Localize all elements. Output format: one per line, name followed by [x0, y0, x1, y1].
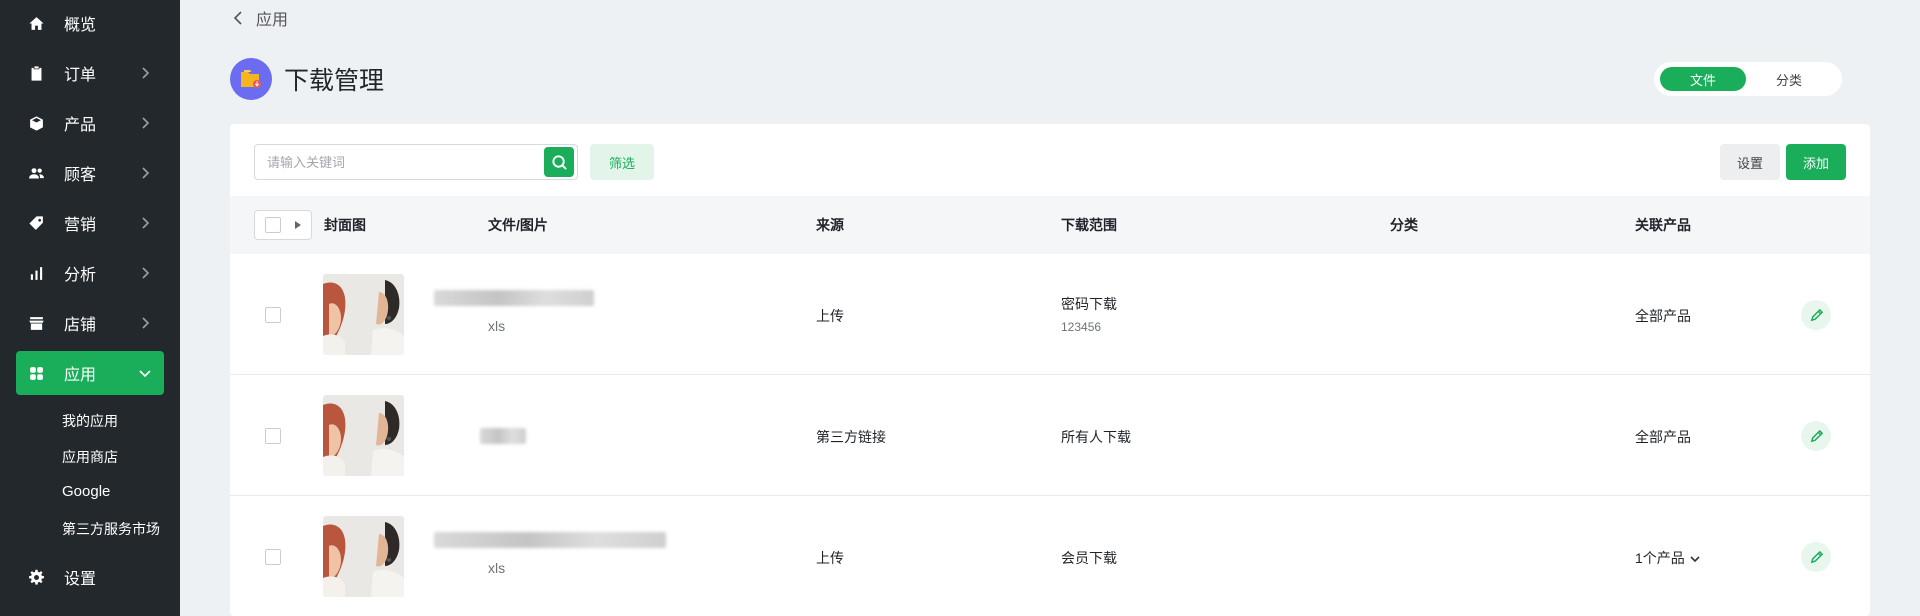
product-cell: 全部产品 [1635, 429, 1691, 445]
settings-button[interactable]: 设置 [1720, 144, 1780, 180]
sidebar-item-label: 设置 [64, 571, 97, 588]
filter-button[interactable]: 筛选 [590, 144, 654, 180]
sidebar-item-label: 订单 [64, 67, 97, 84]
range-cell: 密码下载 [1061, 296, 1117, 312]
sidebar-subitem-google[interactable]: Google [62, 483, 110, 500]
file-extension: xls [488, 318, 506, 334]
sidebar-item-marketing[interactable]: 营销 [16, 201, 164, 245]
row-checkbox[interactable] [265, 307, 281, 323]
page-header: 下载管理 [230, 58, 384, 100]
box-icon [16, 115, 56, 132]
select-all-checkbox[interactable] [265, 217, 281, 233]
sidebar-item-label: 分析 [64, 267, 97, 284]
product-cell: 全部产品 [1635, 308, 1691, 324]
add-button[interactable]: 添加 [1786, 144, 1846, 180]
range-password: 123456 [1061, 320, 1102, 334]
sidebar-item-label: 营销 [64, 217, 97, 234]
edit-button[interactable] [1801, 421, 1831, 451]
chevron-right-icon [138, 216, 152, 230]
sidebar-subitem-third-party-market[interactable]: 第三方服务市场 [62, 519, 160, 539]
tab-files[interactable]: 文件 [1660, 67, 1746, 91]
row-checkbox[interactable] [265, 549, 281, 565]
view-toggle: 文件 分类 [1654, 62, 1842, 96]
pencil-icon [1810, 308, 1823, 321]
chevron-right-icon [138, 116, 152, 130]
sidebar-item-label: 概览 [64, 17, 97, 34]
sidebar-item-orders[interactable]: 订单 [16, 51, 164, 95]
table-row: 第三方链接 所有人下载 全部产品 [230, 375, 1870, 496]
row-checkbox[interactable] [265, 428, 281, 444]
table-row: xls 上传 密码下载 123456 全部产品 [230, 254, 1870, 375]
source-cell: 上传 [816, 308, 844, 324]
page-title: 下载管理 [284, 67, 385, 95]
clipboard-icon [16, 65, 56, 82]
search-box [254, 144, 578, 180]
sidebar-item-label: 产品 [64, 117, 97, 134]
chevron-right-icon [138, 266, 152, 280]
breadcrumb-back[interactable]: 应用 [232, 6, 288, 30]
column-header-cover: 封面图 [324, 217, 366, 233]
tab-categories[interactable]: 分类 [1746, 67, 1832, 91]
sidebar-item-analytics[interactable]: 分析 [16, 251, 164, 295]
chevron-right-icon [138, 66, 152, 80]
file-extension: xls [488, 560, 506, 576]
sidebar-subitem-app-store[interactable]: 应用商店 [62, 447, 118, 467]
edit-button[interactable] [1801, 542, 1831, 572]
range-cell: 所有人下载 [1061, 429, 1131, 445]
bar-chart-icon [16, 265, 56, 282]
sidebar-subitem-my-apps[interactable]: 我的应用 [62, 411, 118, 431]
column-header-file: 文件/图片 [488, 217, 548, 233]
store-icon [16, 315, 56, 332]
chevron-right-icon [138, 166, 152, 180]
column-header-product: 关联产品 [1635, 217, 1691, 233]
sidebar: 概览 订单 产品 顾客 营销 分析 店铺 应用 我的应用 应用商店 Google… [0, 0, 180, 616]
sidebar-item-settings[interactable]: 设置 [16, 555, 164, 599]
source-cell: 上传 [816, 550, 844, 566]
search-input[interactable] [255, 154, 544, 170]
column-header-range: 下载范围 [1061, 217, 1117, 233]
gear-icon [16, 569, 56, 586]
chevron-left-icon [233, 11, 242, 25]
download-folder-icon [230, 58, 272, 100]
table-row: xls 上传 会员下载 1个产品 [230, 496, 1870, 616]
apps-icon [16, 365, 56, 382]
cover-thumbnail[interactable] [323, 516, 404, 597]
select-all-control[interactable] [254, 210, 312, 240]
range-cell: 会员下载 [1061, 550, 1117, 566]
sidebar-item-customers[interactable]: 顾客 [16, 151, 164, 195]
sidebar-item-label: 顾客 [64, 167, 97, 184]
sidebar-item-overview[interactable]: 概览 [16, 1, 164, 45]
chevron-right-icon [138, 316, 152, 330]
cover-thumbnail[interactable] [323, 395, 404, 476]
tag-icon [16, 215, 56, 232]
sidebar-item-apps[interactable]: 应用 [16, 351, 164, 395]
sidebar-item-store[interactable]: 店铺 [16, 301, 164, 345]
chevron-down-icon [1690, 556, 1700, 563]
home-icon [16, 15, 56, 32]
table-header: 封面图 文件/图片 来源 下载范围 分类 关联产品 [230, 196, 1870, 254]
edit-button[interactable] [1801, 300, 1831, 330]
sidebar-item-products[interactable]: 产品 [16, 101, 164, 145]
product-cell: 1个产品 [1635, 550, 1685, 566]
source-cell: 第三方链接 [816, 429, 886, 445]
sidebar-item-label: 店铺 [64, 317, 97, 334]
column-header-source: 来源 [816, 217, 844, 233]
product-dropdown[interactable]: 1个产品 [1635, 548, 1701, 568]
pencil-icon [1810, 429, 1823, 442]
caret-right-icon[interactable] [295, 221, 301, 229]
file-list-card: 筛选 设置 添加 封面图 文件/图片 来源 下载范围 分类 关联产品 xls 上… [230, 124, 1870, 616]
cover-thumbnail[interactable] [323, 274, 404, 355]
blurred-filename [434, 290, 594, 306]
search-button[interactable] [544, 147, 574, 177]
breadcrumb-label: 应用 [256, 12, 289, 29]
column-header-category: 分类 [1390, 217, 1418, 233]
blurred-filename [434, 532, 666, 548]
users-icon [16, 165, 56, 182]
pencil-icon [1810, 550, 1823, 563]
sidebar-item-label: 应用 [64, 367, 97, 384]
chevron-down-icon [138, 366, 152, 380]
search-icon [551, 154, 567, 170]
blurred-filename [480, 428, 526, 444]
